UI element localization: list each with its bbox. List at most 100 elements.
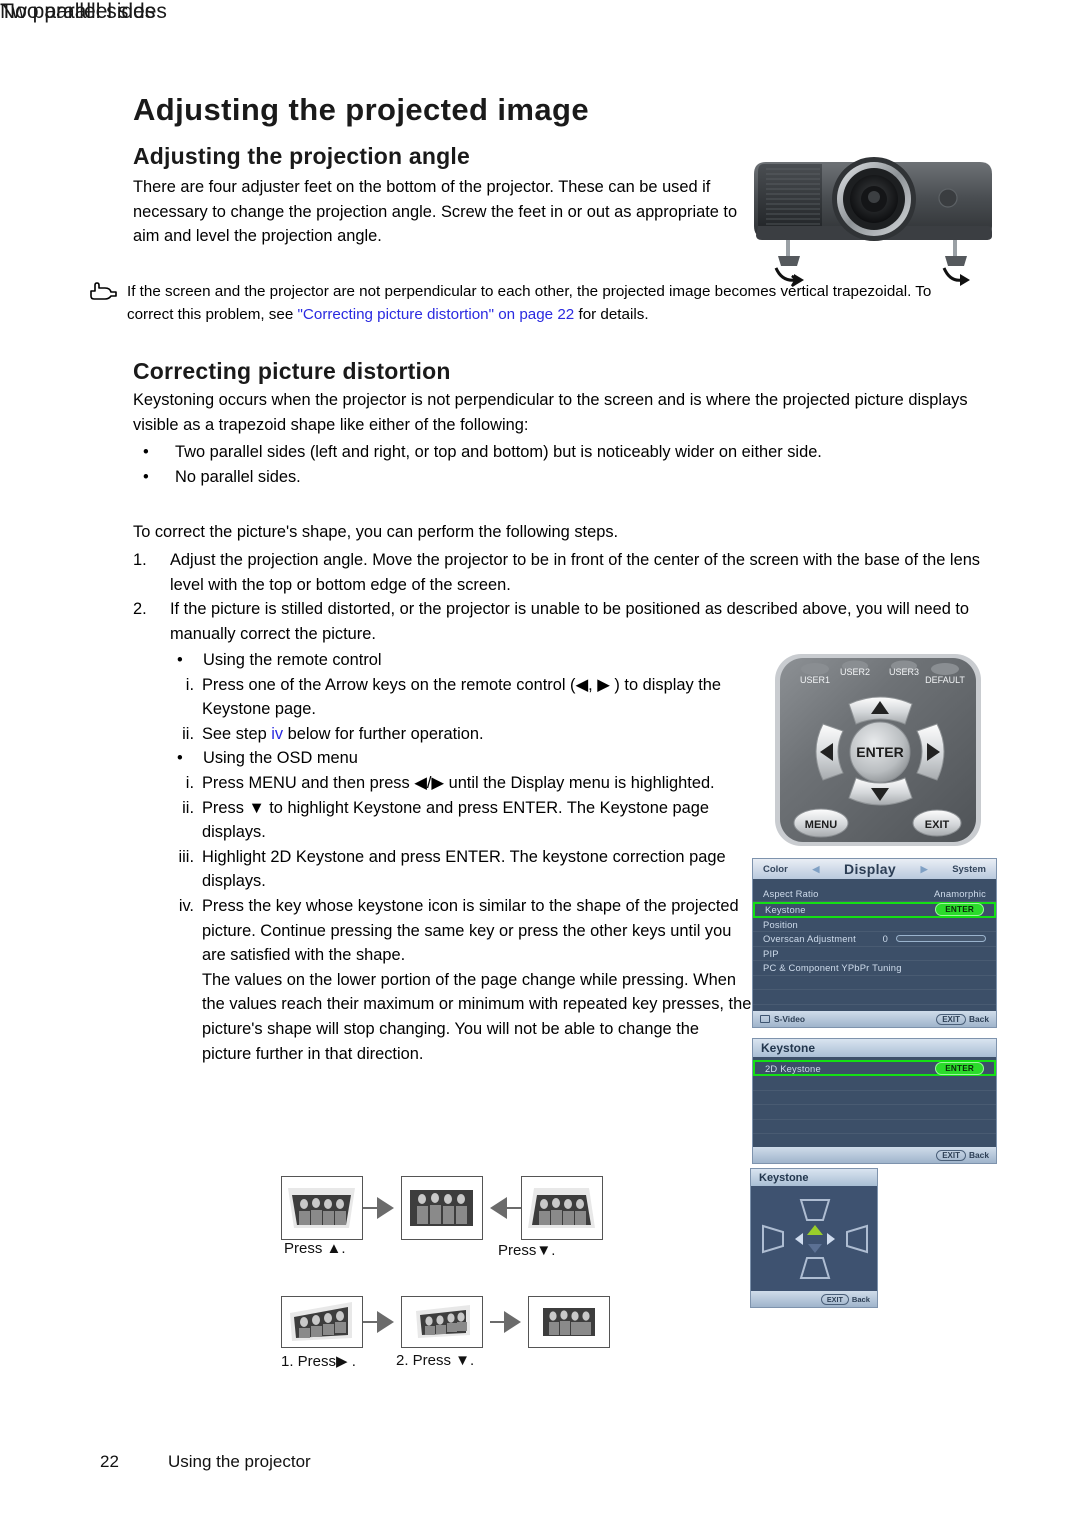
bullet-marker: • <box>143 467 149 486</box>
roman-number: ii. <box>182 798 194 817</box>
menu-item-label: PC & Component YPbPr Tuning <box>763 962 902 974</box>
note-block: If the screen and the projector are not … <box>90 280 937 327</box>
menu-item-label: Overscan Adjustment <box>763 933 856 945</box>
input-source-icon <box>760 1015 770 1023</box>
menu-item-label: Aspect Ratio <box>763 888 819 900</box>
arrow-shaft <box>363 1321 377 1323</box>
menu-item-empty <box>753 1120 996 1134</box>
page-title: Adjusting the projected image <box>133 92 589 127</box>
list-item: iv. Press the key whose keystone icon is… <box>172 894 752 968</box>
tab-display[interactable]: Display <box>844 861 896 877</box>
menu-item-empty <box>753 1091 996 1105</box>
menu-item-label: Position <box>763 918 798 930</box>
caption-press-right: 1. Press▶ . <box>281 1353 356 1370</box>
caption-press-up: Press ▲. <box>284 1240 346 1257</box>
roman-text: Press ▼ to highlight Keystone and press … <box>202 798 710 842</box>
exit-badge[interactable]: EXIT <box>936 1014 966 1025</box>
projector-illustration <box>748 140 998 290</box>
roman-text: See step iv below for further operation. <box>202 722 752 747</box>
source-indicator: S-Video <box>760 1014 805 1024</box>
distortion-bullet-list: • Two parallel sides (left and right, or… <box>133 440 1008 489</box>
menu-item-position[interactable]: Position <box>753 918 996 932</box>
osd-keystone-correction-page[interactable]: Keystone ↕ 1 <box>750 1168 878 1308</box>
roman-number <box>172 968 202 1066</box>
osd-status-bar: EXIT Back <box>751 1291 877 1307</box>
menu-item-2d-keystone[interactable]: 2D Keystone ENTER <box>753 1060 996 1076</box>
roman-text: Press the key whose keystone icon is sim… <box>202 896 739 965</box>
menu-item-pip[interactable]: PIP <box>753 947 996 961</box>
svg-text:ENTER: ENTER <box>856 744 903 760</box>
tab-system[interactable]: System <box>952 864 986 875</box>
roman-text: Highlight 2D Keystone and press ENTER. T… <box>202 847 726 891</box>
bullet-text: Two parallel sides (left and right, or t… <box>175 443 822 461</box>
osd-menu-rows: Aspect Ratio Anamorphic Keystone ENTER P… <box>753 879 996 1027</box>
menu-item-pc-component-tuning[interactable]: PC & Component YPbPr Tuning <box>753 961 996 976</box>
thumbnail-distorted-top-wide <box>281 1176 363 1240</box>
thumbnail-skewed <box>281 1296 363 1348</box>
roman-text: Press one of the Arrow keys on the remot… <box>202 675 721 719</box>
overscan-slider[interactable] <box>896 935 986 943</box>
roman-number: i. <box>185 675 194 694</box>
osd-keystone-menu[interactable]: Keystone 2D Keystone ENTER EXIT Back <box>752 1038 997 1164</box>
list-item: • Two parallel sides (left and right, or… <box>133 440 1008 465</box>
osd-status-bar: EXIT Back <box>753 1147 996 1163</box>
overscan-control[interactable]: 0 <box>883 933 986 944</box>
thumbnail-corrected <box>401 1176 483 1240</box>
exit-badge[interactable]: EXIT <box>936 1150 966 1161</box>
substep-heading-text: Using the OSD menu <box>203 749 358 768</box>
thumbnail-distorted-bottom-wide <box>521 1176 603 1240</box>
figure-two-parallel-sides <box>281 1176 603 1240</box>
roman-text-pre: See step <box>202 724 272 743</box>
arrow-left-icon <box>490 1197 507 1219</box>
exit-back-hint: EXIT Back <box>936 1150 989 1161</box>
manual-page: Adjusting the projected image Adjusting … <box>0 0 1080 1534</box>
note-link[interactable]: "Correcting picture distortion" on page … <box>298 306 575 323</box>
enter-badge[interactable]: ENTER <box>935 903 984 916</box>
arrow-shaft <box>507 1207 521 1209</box>
enter-badge[interactable]: ENTER <box>935 1061 984 1075</box>
roman-text: Press MENU and then press ◀/▶ until the … <box>202 773 715 792</box>
footer-page-number: 22 <box>100 1452 119 1471</box>
keystone-shape-selector[interactable] <box>751 1186 877 1292</box>
osd-tab-bar[interactable]: Color ◀ Display ▶ System <box>753 859 996 879</box>
menu-item-keystone[interactable]: Keystone ENTER <box>753 901 996 918</box>
back-label: Back <box>968 1150 989 1160</box>
heading-correcting-picture-distortion: Correcting picture distortion <box>133 358 451 384</box>
arrow-shaft <box>363 1207 377 1209</box>
paragraph-adjuster-feet: There are four adjuster feet on the bott… <box>133 178 738 246</box>
figure-no-parallel-sides <box>281 1296 610 1348</box>
arrow-right-icon <box>377 1311 394 1333</box>
thumbnail-partly-corrected <box>401 1296 483 1348</box>
list-item: ii. See step iv below for further operat… <box>172 722 752 747</box>
step-iv-link[interactable]: iv <box>271 725 283 743</box>
menu-item-aspect-ratio[interactable]: Aspect Ratio Anamorphic <box>753 887 996 902</box>
osd-keystone-2d-title: Keystone <box>751 1169 877 1186</box>
exit-badge[interactable]: EXIT <box>820 1293 849 1305</box>
svg-text:EXIT: EXIT <box>925 819 950 831</box>
menu-item-label: Keystone <box>765 904 806 915</box>
remote-control-illustration: USER1 USER2 USER3 DEFAULT ENTER MENU EXI… <box>767 648 993 853</box>
tab-left-arrow-icon: ◀ <box>812 863 820 874</box>
list-item: i. Press MENU and then press ◀/▶ until t… <box>172 771 752 796</box>
arrow-right-icon <box>504 1311 521 1333</box>
pointing-hand-icon <box>87 282 119 302</box>
back-label: Back <box>968 1014 989 1024</box>
menu-item-empty <box>753 1076 996 1091</box>
menu-item-overscan-adjustment[interactable]: Overscan Adjustment 0 <box>753 932 996 947</box>
step-number: 2. <box>133 600 147 619</box>
exit-back-hint: EXIT Back <box>820 1293 870 1305</box>
tab-color[interactable]: Color <box>763 864 788 875</box>
list-item: The values on the lower portion of the p… <box>172 968 752 1066</box>
osd-keystone-title: Keystone <box>753 1039 996 1057</box>
svg-text:MENU: MENU <box>805 819 837 831</box>
roman-number: iii. <box>178 847 194 866</box>
svg-text:USER2: USER2 <box>840 667 870 677</box>
list-item: i. Press one of the Arrow keys on the re… <box>172 673 752 722</box>
roman-text-post: below for further operation. <box>283 724 484 743</box>
substep-heading-remote: • Using the remote control <box>177 648 752 673</box>
osd-display-menu[interactable]: Color ◀ Display ▶ System Aspect Ratio An… <box>752 858 997 1028</box>
substep-list: • Using the remote control i. Press one … <box>172 648 752 1066</box>
menu-item-empty <box>753 990 996 1005</box>
step-text: If the picture is stilled distorted, or … <box>170 600 970 643</box>
paragraph-keystoning: Keystoning occurs when the projector is … <box>133 391 968 434</box>
